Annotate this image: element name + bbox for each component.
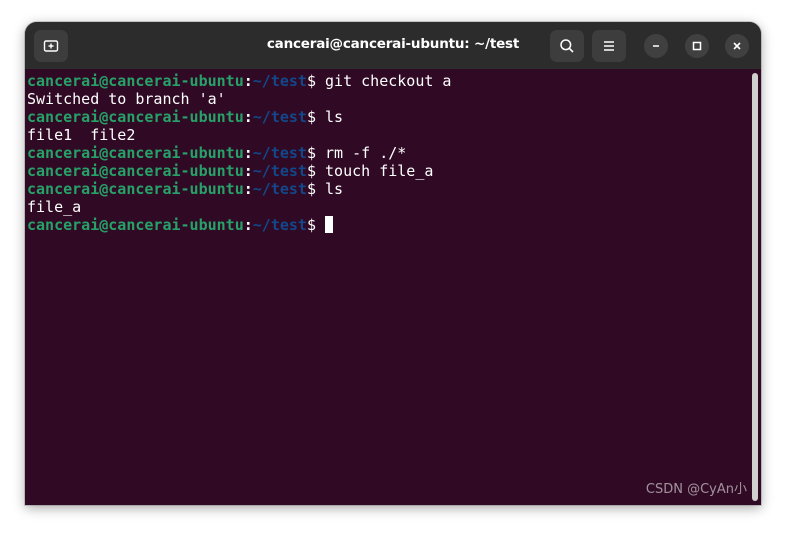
title-bar[interactable]: cancerai@cancerai-ubuntu: ~/test [25,22,761,69]
watermark: CSDN @CyAn小 [645,482,747,497]
prompt-symbol: $ [306,216,316,234]
prompt-path: ~/test [252,216,307,234]
prompt-path: ~/test [252,72,307,90]
output-line: file_a [27,198,82,216]
menu-button[interactable] [592,30,626,62]
command-text: ls [316,180,344,198]
terminal-window: cancerai@cancerai-ubuntu: ~/test cancera… [25,22,761,505]
prompt-line: cancerai@cancerai-ubuntu:~/test$ git che… [27,72,451,90]
prompt-line: cancerai@cancerai-ubuntu:~/test$ ls [27,108,451,126]
prompt-user-host: cancerai@cancerai-ubuntu [27,162,244,180]
maximize-button[interactable] [685,34,709,58]
prompt-symbol: $ [306,108,316,126]
prompt-colon: : [243,108,253,126]
minimize-icon [653,45,659,47]
prompt-path: ~/test [252,108,307,126]
close-icon [733,42,741,50]
prompt-path: ~/test [252,162,307,180]
prompt-colon: : [243,162,253,180]
prompt-symbol: $ [306,144,316,162]
scrollbar[interactable] [752,73,758,501]
prompt-symbol: $ [306,162,316,180]
prompt-symbol: $ [306,72,316,90]
minimize-button[interactable] [644,34,668,58]
command-text: ls [316,108,344,126]
terminal-area[interactable]: cancerai@cancerai-ubuntu:~/test$ git che… [25,69,761,505]
prompt-user-host: cancerai@cancerai-ubuntu [27,216,244,234]
close-button[interactable] [725,34,749,58]
prompt-user-host: cancerai@cancerai-ubuntu [27,144,244,162]
prompt-line: cancerai@cancerai-ubuntu:~/test$ touch f… [27,162,451,180]
maximize-icon [692,41,702,51]
prompt-line: cancerai@cancerai-ubuntu:~/test$ ls [27,180,451,198]
output-line: Switched to branch 'a' [27,90,226,108]
hamburger-menu-icon [604,41,614,51]
prompt-user-host: cancerai@cancerai-ubuntu [27,180,244,198]
prompt-colon: : [243,180,253,198]
command-text: touch file_a [316,162,434,180]
prompt-path: ~/test [252,180,307,198]
prompt-colon: : [243,72,253,90]
prompt-path: ~/test [252,144,307,162]
command-text: rm -f ./* [316,144,407,162]
prompt-colon: : [243,144,253,162]
prompt-user-host: cancerai@cancerai-ubuntu [27,108,244,126]
prompt-colon: : [243,216,253,234]
output-line: file1 file2 [27,126,136,144]
prompt-line: cancerai@cancerai-ubuntu:~/test$ rm -f .… [27,144,451,162]
command-text [316,216,325,234]
search-icon [560,39,574,53]
terminal-output: cancerai@cancerai-ubuntu:~/test$ git che… [27,72,451,234]
command-text: git checkout a [316,72,452,90]
prompt-symbol: $ [306,180,316,198]
prompt-line: cancerai@cancerai-ubuntu:~/test$ [27,216,451,234]
search-button[interactable] [550,30,584,62]
text-cursor [325,216,334,233]
prompt-user-host: cancerai@cancerai-ubuntu [27,72,244,90]
